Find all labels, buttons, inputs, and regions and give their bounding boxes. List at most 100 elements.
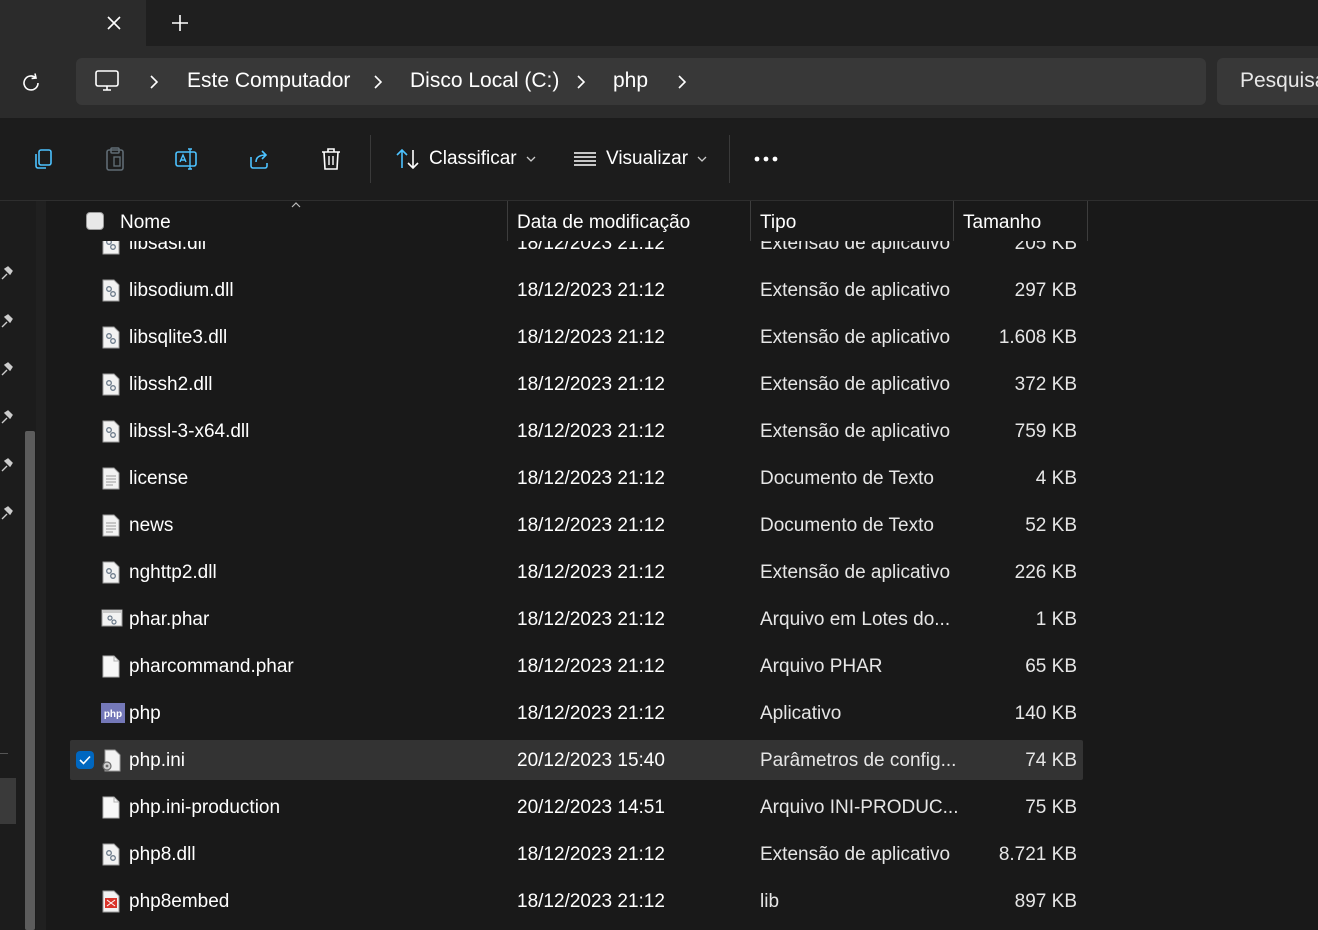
text-file-icon <box>101 467 121 490</box>
file-row[interactable]: libssh2.dll 18/12/2023 21:12 Extensão de a… <box>70 364 1083 404</box>
plus-icon[interactable] <box>164 8 196 38</box>
chevron-right-icon[interactable] <box>573 72 589 92</box>
file-row[interactable]: php8.dll 18/12/2023 21:12 Extensão de apli… <box>70 834 1083 874</box>
file-type: Aplicativo <box>760 703 842 724</box>
refresh-icon[interactable] <box>14 66 48 100</box>
file-row[interactable]: php8embed 18/12/2023 21:12 lib 897 KB <box>70 881 1083 921</box>
file-size: 1.608 KB <box>998 327 1077 348</box>
file-date: 18/12/2023 21:12 <box>517 468 665 489</box>
pin-icon[interactable] <box>0 505 14 521</box>
sort-label: Classificar <box>429 148 517 169</box>
navigation-scrollbar[interactable] <box>25 431 35 930</box>
pin-icon[interactable] <box>0 313 14 329</box>
file-name: libsodium.dll <box>129 280 234 301</box>
file-row[interactable]: license 18/12/2023 21:12 Documento de Text… <box>70 458 1083 498</box>
sort-icon <box>396 148 419 170</box>
file-name: news <box>129 515 174 536</box>
file-name: libssl-3-x64.dll <box>129 421 250 442</box>
search-placeholder[interactable]: Pesquisar <box>1240 69 1318 93</box>
blank-file-icon <box>101 796 121 819</box>
file-row[interactable]: libssl-3-x64.dll 18/12/2023 21:12 Extensão… <box>70 411 1083 451</box>
select-all-checkbox[interactable] <box>86 212 104 230</box>
file-type: Extensão de aplicativo <box>760 280 951 301</box>
file-row[interactable]: php.ini-production 20/12/2023 14:51 Arquiv… <box>70 787 1083 827</box>
file-size: 759 KB <box>1014 421 1077 442</box>
file-size: 297 KB <box>1014 280 1077 301</box>
close-icon[interactable] <box>98 8 130 38</box>
file-type: Documento de Texto <box>760 468 934 489</box>
column-divider[interactable] <box>750 201 751 241</box>
lib-file-icon <box>101 890 121 913</box>
address-bar[interactable]: Este Computador Disco Local (C:) php <box>76 58 1206 105</box>
file-name: libsqlite3.dll <box>129 327 228 348</box>
file-size: 65 KB <box>1025 656 1077 677</box>
pin-icon[interactable] <box>0 361 14 377</box>
file-row[interactable]: nghttp2.dll 18/12/2023 21:12 Extensão de a… <box>70 552 1083 592</box>
search-box[interactable]: Pesquisar <box>1217 58 1318 105</box>
file-row[interactable]: php.ini 20/12/2023 15:40 Parâmetros de con… <box>70 740 1083 780</box>
chevron-right-icon[interactable] <box>674 72 690 92</box>
dll-icon <box>101 843 121 866</box>
file-date: 18/12/2023 21:12 <box>517 703 665 724</box>
chevron-right-icon[interactable] <box>146 72 162 92</box>
pin-icon[interactable] <box>0 409 14 425</box>
php-app-icon: php <box>101 702 125 725</box>
chevron-right-icon[interactable] <box>370 72 386 92</box>
row-checkbox[interactable] <box>76 751 94 769</box>
file-name: php8.dll <box>129 844 196 865</box>
sort-button[interactable]: Classificar <box>395 140 537 178</box>
file-row[interactable]: news 18/12/2023 21:12 Documento de Texto 52… <box>70 505 1083 545</box>
breadcrumb-disco-local[interactable]: Disco Local (C:) <box>410 69 559 93</box>
file-row[interactable]: php php 18/12/2023 21:12 Aplicativo 140 KB <box>70 693 1083 733</box>
column-size[interactable]: Tamanho <box>963 212 1041 234</box>
breadcrumb-php[interactable]: php <box>613 69 648 93</box>
file-row[interactable]: phar.phar 18/12/2023 21:12 Arquivo em Lote… <box>70 599 1083 639</box>
view-icon <box>574 152 596 166</box>
column-divider[interactable] <box>953 201 954 241</box>
file-type: Extensão de aplicativo <box>760 421 951 442</box>
dll-icon <box>101 420 121 443</box>
toolbar-divider <box>729 135 730 183</box>
selected-nav-item[interactable] <box>0 778 16 824</box>
pane-splitter[interactable] <box>36 201 46 930</box>
file-name: php.ini <box>129 750 185 771</box>
file-size: 52 KB <box>1025 515 1077 536</box>
file-name: php.ini-production <box>129 797 281 818</box>
column-divider[interactable] <box>507 201 508 241</box>
copy-icon[interactable] <box>26 142 60 176</box>
column-date[interactable]: Data de modificação <box>517 212 690 234</box>
file-type: Arquivo em Lotes do... <box>760 609 951 630</box>
dll-icon <box>101 561 121 584</box>
file-name: pharcommand.phar <box>129 656 294 677</box>
file-row[interactable]: libsqlite3.dll 18/12/2023 21:12 Extensão d… <box>70 317 1083 357</box>
pin-icon[interactable] <box>0 457 14 473</box>
file-list: libsasl.dll 18/12/2023 21:12 Extensão de a… <box>46 201 1318 930</box>
file-type: Extensão de aplicativo <box>760 562 951 583</box>
file-date: 18/12/2023 21:12 <box>517 421 665 442</box>
computer-icon[interactable] <box>94 68 120 99</box>
file-row[interactable]: pharcommand.phar 18/12/2023 21:12 Arquivo … <box>70 646 1083 686</box>
dll-icon <box>101 279 121 302</box>
file-type: Extensão de aplicativo <box>760 844 951 865</box>
rename-icon[interactable] <box>170 142 204 176</box>
file-date: 18/12/2023 21:12 <box>517 327 665 348</box>
column-type[interactable]: Tipo <box>760 212 796 234</box>
share-icon[interactable] <box>242 142 276 176</box>
more-icon[interactable] <box>749 142 783 176</box>
column-divider[interactable] <box>1087 201 1088 241</box>
file-type: Arquivo INI-PRODUC... <box>760 797 959 818</box>
blank-file-icon <box>101 655 121 678</box>
file-row[interactable]: libsodium.dll 18/12/2023 21:12 Extensão de… <box>70 270 1083 310</box>
paste-icon[interactable] <box>98 142 132 176</box>
delete-icon[interactable] <box>314 142 348 176</box>
file-type: Parâmetros de config... <box>760 750 957 771</box>
file-date: 18/12/2023 21:12 <box>517 374 665 395</box>
dll-icon <box>101 326 121 349</box>
column-name[interactable]: Nome <box>120 212 171 234</box>
file-date: 18/12/2023 21:12 <box>517 891 665 912</box>
pin-icon[interactable] <box>0 265 14 281</box>
file-date: 18/12/2023 21:12 <box>517 280 665 301</box>
breadcrumb-este-computador[interactable]: Este Computador <box>187 69 350 93</box>
chevron-down-icon <box>697 156 707 162</box>
view-button[interactable]: Visualizar <box>572 140 708 178</box>
